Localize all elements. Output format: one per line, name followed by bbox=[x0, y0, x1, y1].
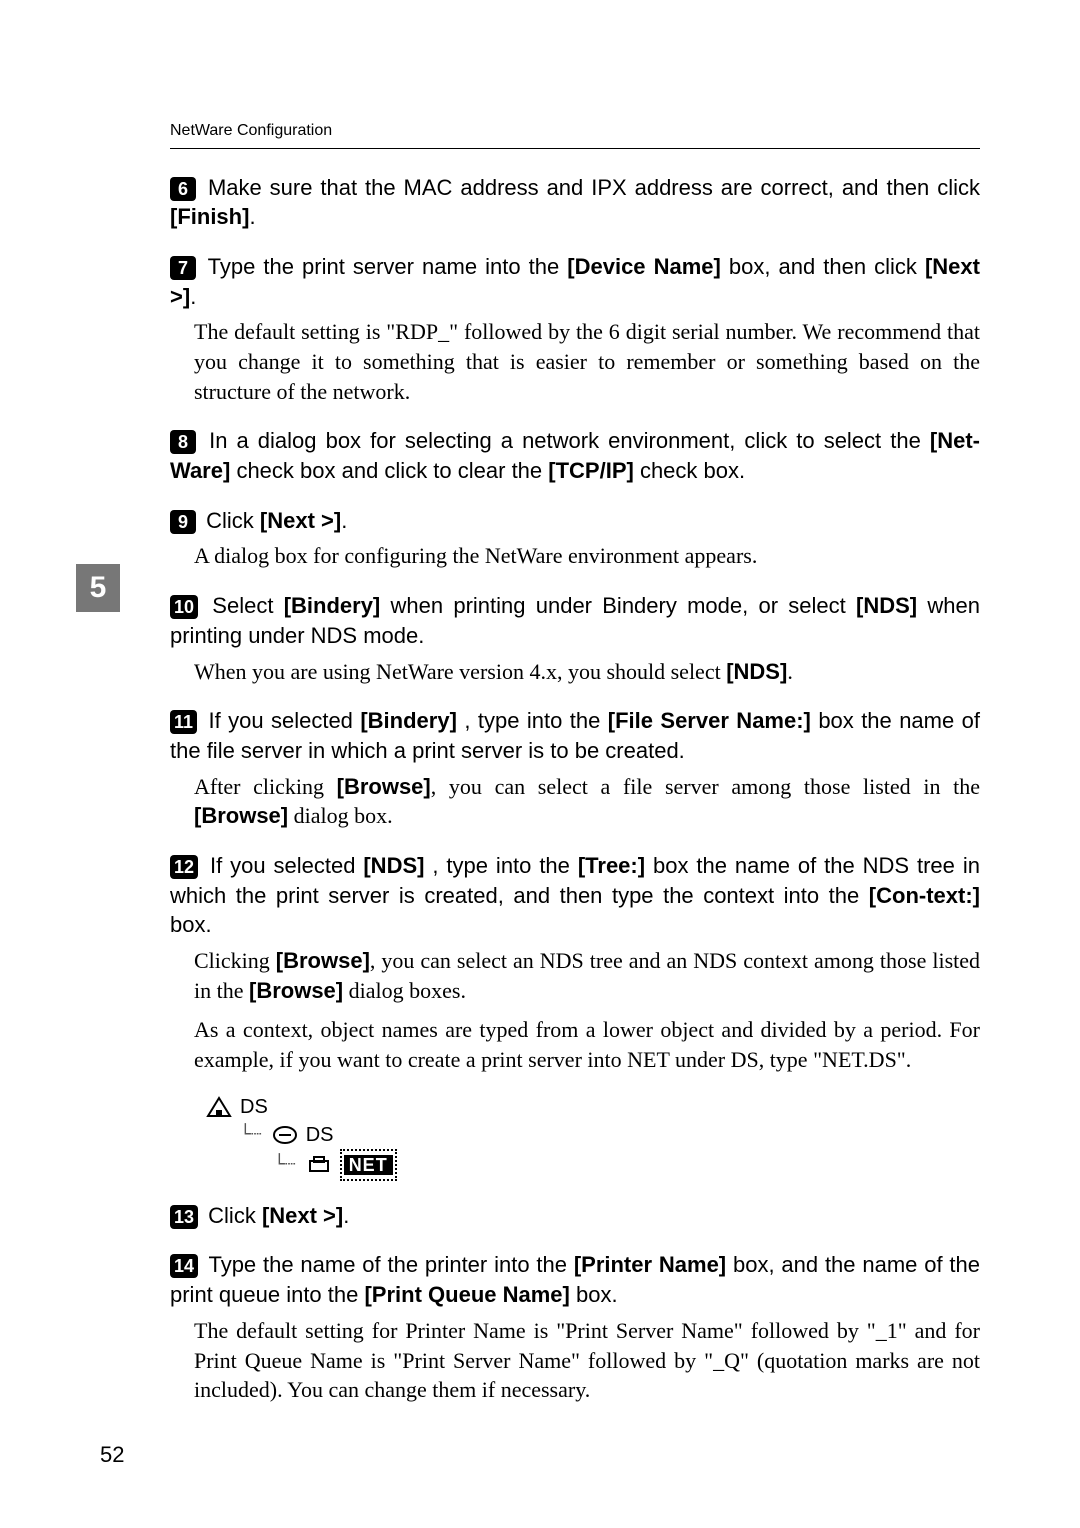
step-text: Click bbox=[208, 1203, 262, 1228]
step-text-tail: . bbox=[249, 204, 255, 229]
step-13: 13 Click [Next >]. bbox=[170, 1201, 980, 1231]
tree-label: DS bbox=[306, 1121, 334, 1149]
ui-keyword-tree: [Tree:] bbox=[578, 853, 645, 878]
ui-keyword-tcpip: [TCP/IP] bbox=[548, 458, 634, 483]
page-number: 52 bbox=[100, 1442, 124, 1468]
ui-keyword-bindery: [Bindery] bbox=[284, 593, 381, 618]
step-text: , type into the bbox=[432, 853, 577, 878]
step-number-badge: 11 bbox=[170, 710, 197, 734]
ui-keyword-nds: [NDS] bbox=[363, 853, 424, 878]
body-text: After clicking bbox=[194, 774, 337, 799]
step-text: Type the print server name into the bbox=[208, 254, 568, 279]
step-text-tail: box. bbox=[170, 912, 212, 937]
tree-connector-icon: └┈ bbox=[240, 1122, 262, 1147]
step-11: 11 If you selected [Bindery] , type into… bbox=[170, 706, 980, 765]
step-11-body: After clicking [Browse], you can select … bbox=[194, 772, 980, 831]
ui-keyword-browse: [Browse] bbox=[194, 803, 288, 828]
ui-keyword-file-server-name: [File Server Name:] bbox=[608, 708, 811, 733]
step-12: 12 If you selected [NDS] , type into the… bbox=[170, 851, 980, 940]
nds-tree-diagram: DS └┈ DS └┈ NET bbox=[206, 1093, 980, 1181]
step-10-body: When you are using NetWare version 4.x, … bbox=[194, 657, 980, 687]
ui-keyword-browse: [Browse] bbox=[276, 948, 370, 973]
step-12-body2: As a context, object names are typed fro… bbox=[194, 1015, 980, 1074]
step-12-body1: Clicking [Browse], you can select an NDS… bbox=[194, 946, 980, 1005]
body-text: Clicking bbox=[194, 948, 276, 973]
tree-label: DS bbox=[240, 1093, 268, 1121]
tree-label-net: NET bbox=[344, 1155, 393, 1175]
step-14-body: The default setting for Printer Name is … bbox=[194, 1316, 980, 1405]
printer-icon bbox=[306, 1155, 332, 1175]
tree-selected-node: NET bbox=[340, 1149, 397, 1181]
tree-connector-icon: └┈ bbox=[274, 1152, 296, 1177]
ui-keyword-browse: [Browse] bbox=[249, 978, 343, 1003]
body-text: , you can select a file server among tho… bbox=[431, 774, 980, 799]
step-text: box, and then click bbox=[729, 254, 925, 279]
step-text: when printing under Bindery mode, or sel… bbox=[391, 593, 857, 618]
ui-keyword-browse: [Browse] bbox=[337, 774, 431, 799]
chapter-side-tab: 5 bbox=[76, 564, 120, 612]
body-text: When you are using NetWare version 4.x, … bbox=[194, 659, 726, 684]
step-text-tail: . bbox=[341, 508, 347, 533]
step-text: Select bbox=[212, 593, 283, 618]
step-text-tail: . bbox=[343, 1203, 349, 1228]
step-8: 8 In a dialog box for selecting a networ… bbox=[170, 426, 980, 485]
step-9: 9 Click [Next >]. bbox=[170, 506, 980, 536]
step-6: 6 Make sure that the MAC address and IPX… bbox=[170, 173, 980, 232]
step-number-badge: 8 bbox=[170, 430, 196, 454]
step-text: If you selected bbox=[208, 708, 360, 733]
step-text: Make sure that the MAC address and IPX a… bbox=[208, 175, 980, 200]
step-number-badge: 9 bbox=[170, 510, 196, 534]
running-header: NetWare Configuration bbox=[170, 120, 980, 142]
header-rule bbox=[170, 148, 980, 149]
tree-child-1: └┈ DS bbox=[240, 1121, 980, 1149]
ui-keyword-nds: [NDS] bbox=[726, 659, 787, 684]
ui-keyword-next: [Next >] bbox=[260, 508, 341, 533]
tree-root-icon bbox=[206, 1096, 232, 1118]
step-text: In a dialog box for selecting a network … bbox=[209, 428, 930, 453]
tree-child-2: └┈ NET bbox=[274, 1149, 980, 1181]
step-text-tail: . bbox=[190, 284, 196, 309]
step-text: Type the name of the printer into the bbox=[208, 1252, 573, 1277]
step-text: , type into the bbox=[464, 708, 607, 733]
step-10: 10 Select [Bindery] when printing under … bbox=[170, 591, 980, 650]
step-number-badge: 12 bbox=[170, 855, 198, 879]
step-number-badge: 14 bbox=[170, 1254, 198, 1278]
body-text: dialog box. bbox=[288, 803, 393, 828]
body-text: . bbox=[787, 659, 793, 684]
ui-keyword-context: [Con-text:] bbox=[869, 883, 980, 908]
ui-keyword-next: [Next >] bbox=[262, 1203, 343, 1228]
step-number-badge: 7 bbox=[170, 256, 196, 280]
ui-keyword-print-queue-name: [Print Queue Name] bbox=[364, 1282, 569, 1307]
step-number-badge: 13 bbox=[170, 1205, 198, 1229]
document-page: NetWare Configuration 6 Make sure that t… bbox=[0, 0, 1080, 1475]
ui-keyword-bindery: [Bindery] bbox=[360, 708, 457, 733]
ui-keyword-finish: [Finish] bbox=[170, 204, 249, 229]
ui-keyword-device-name: [Device Name] bbox=[567, 254, 721, 279]
ui-keyword-nds: [NDS] bbox=[856, 593, 917, 618]
container-icon bbox=[272, 1125, 298, 1145]
step-14: 14 Type the name of the printer into the… bbox=[170, 1250, 980, 1309]
tree-root: DS bbox=[206, 1093, 980, 1121]
ui-keyword-printer-name: [Printer Name] bbox=[574, 1252, 726, 1277]
step-text-tail: check box. bbox=[634, 458, 745, 483]
step-number-badge: 6 bbox=[170, 177, 196, 201]
step-text: If you selected bbox=[210, 853, 363, 878]
step-9-body: A dialog box for configuring the NetWare… bbox=[194, 541, 980, 571]
step-7: 7 Type the print server name into the [D… bbox=[170, 252, 980, 311]
body-text: dialog boxes. bbox=[343, 978, 466, 1003]
step-text: Click bbox=[206, 508, 260, 533]
step-number-badge: 10 bbox=[170, 595, 198, 619]
step-7-body: The default setting is "RDP_" followed b… bbox=[194, 317, 980, 406]
step-text-tail: box. bbox=[570, 1282, 618, 1307]
step-text: check box and click to clear the bbox=[236, 458, 548, 483]
